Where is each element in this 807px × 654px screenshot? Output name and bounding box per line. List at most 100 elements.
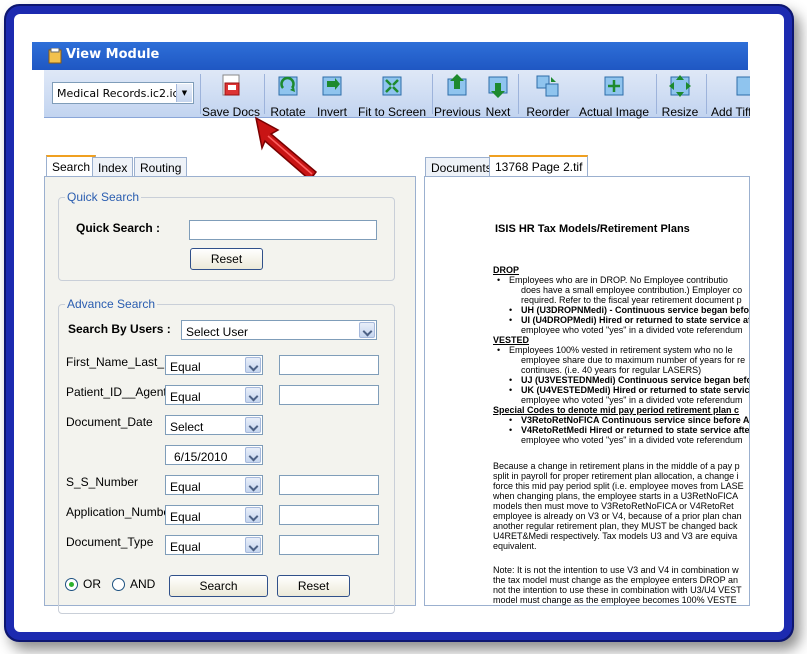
document-line: split in payroll for proper retirement p… bbox=[493, 471, 739, 481]
tab-documents[interactable]: Documents bbox=[425, 157, 498, 177]
document-line: Note: It is not the intention to use V3 … bbox=[493, 565, 739, 575]
chevron-down-icon[interactable] bbox=[245, 447, 261, 463]
chevron-down-icon[interactable] bbox=[245, 357, 261, 373]
field-label: First_Name_Last_N bbox=[66, 355, 173, 369]
chevron-down-icon[interactable]: ▼ bbox=[176, 84, 192, 102]
invert-icon bbox=[322, 76, 342, 96]
document-line: not the intention to use these in combin… bbox=[493, 585, 742, 595]
advance-search-group-title: Advance Search bbox=[65, 297, 158, 311]
quick-search-group-title: Quick Search bbox=[65, 190, 142, 204]
document-combo-value: Medical Records.ic2.ic2 bbox=[57, 87, 186, 100]
invert-button[interactable]: Invert bbox=[312, 72, 352, 119]
bullet-icon: • bbox=[497, 345, 501, 355]
document-line: Special Codes to denote mid pay period r… bbox=[493, 405, 740, 415]
document-line: U4RET&Medi respectively. Tax models U3 a… bbox=[493, 531, 738, 541]
operator-select[interactable]: Equal bbox=[165, 385, 263, 405]
document-title: ISIS HR Tax Models/Retirement Plans bbox=[495, 223, 690, 235]
document-line: the tax model must change as the employe… bbox=[493, 575, 738, 585]
previous-button[interactable]: Previous bbox=[434, 72, 481, 119]
operator-select[interactable]: Equal bbox=[165, 535, 263, 555]
radio-and[interactable] bbox=[112, 578, 125, 591]
field-label: Application_Numbe bbox=[66, 505, 171, 519]
document-line: employee share due to maximum number of … bbox=[521, 355, 746, 365]
next-icon bbox=[488, 76, 508, 98]
operator-select[interactable]: Equal bbox=[165, 355, 263, 375]
rotate-button[interactable]: Rotate bbox=[266, 72, 310, 119]
field-label: Document_Type bbox=[66, 535, 154, 549]
date-picker[interactable]: 6/15/2010 bbox=[165, 445, 263, 465]
bullet-icon: • bbox=[509, 375, 513, 385]
tab-page-image[interactable]: 13768 Page 2.tif bbox=[489, 155, 589, 177]
add-tiff-icon bbox=[736, 76, 750, 96]
advance-search-group: Advance Search Search By Users : Select … bbox=[58, 297, 395, 614]
document-line: does have a small employee contribution.… bbox=[521, 285, 743, 295]
document-type-input[interactable] bbox=[279, 535, 379, 555]
document-line: continues. (i.e. 40 years for regular LA… bbox=[521, 365, 702, 375]
bullet-icon: • bbox=[509, 385, 513, 395]
document-page: ISIS HR Tax Models/Retirement Plans DROP… bbox=[429, 179, 750, 605]
search-button[interactable]: Search bbox=[169, 575, 268, 597]
radio-and-label: AND bbox=[130, 577, 156, 591]
bullet-icon: • bbox=[497, 275, 501, 285]
ssn-input[interactable] bbox=[279, 475, 379, 495]
operator-select[interactable]: Equal bbox=[165, 475, 263, 495]
document-line: another regular retirement plan, they MU… bbox=[493, 521, 738, 531]
quick-search-label: Quick Search : bbox=[76, 221, 161, 235]
window-title: View Module bbox=[66, 47, 160, 62]
bullet-icon: • bbox=[509, 415, 513, 425]
reorder-button[interactable]: Reorder bbox=[520, 72, 576, 119]
document-line: Employees who are in DROP. No Employee c… bbox=[509, 275, 728, 285]
document-line: UI (U4DROPMedi) Hired or returned to sta… bbox=[521, 315, 750, 325]
chevron-down-icon[interactable] bbox=[359, 322, 375, 338]
chevron-down-icon[interactable] bbox=[245, 507, 261, 523]
document-line: UH (U3DROPNMedi) - Continuous service be… bbox=[521, 305, 750, 315]
quick-search-input[interactable] bbox=[189, 220, 377, 240]
bullet-icon: • bbox=[509, 425, 513, 435]
advance-reset-button[interactable]: Reset bbox=[277, 575, 350, 597]
app-icon bbox=[48, 48, 62, 64]
toolbar-separator bbox=[706, 74, 707, 114]
radio-or[interactable] bbox=[65, 578, 78, 591]
quick-reset-button[interactable]: Reset bbox=[190, 248, 263, 270]
reorder-icon bbox=[536, 75, 559, 97]
chevron-down-icon[interactable] bbox=[245, 477, 261, 493]
rotate-icon bbox=[278, 76, 298, 96]
chevron-down-icon[interactable] bbox=[245, 387, 261, 403]
title-bar: View Module bbox=[32, 42, 748, 70]
previous-icon bbox=[447, 74, 467, 96]
document-line: employee who voted "yes" in a divided vo… bbox=[521, 435, 743, 445]
document-combo[interactable]: Medical Records.ic2.ic2 ▼ bbox=[52, 82, 194, 104]
resize-button[interactable]: Resize bbox=[658, 72, 702, 119]
operator-select[interactable]: Equal bbox=[165, 505, 263, 525]
actual-image-button[interactable]: Actual Image bbox=[578, 72, 650, 119]
save-docs-button[interactable]: Save Docs bbox=[202, 72, 260, 119]
fit-to-screen-button[interactable]: Fit to Screen bbox=[352, 72, 432, 119]
document-line: required. Refer to the fiscal year retir… bbox=[521, 295, 742, 305]
next-button[interactable]: Next bbox=[482, 72, 514, 119]
document-line: models then must move to V3RetoRetNoFICA… bbox=[493, 501, 734, 511]
bullet-icon: • bbox=[509, 305, 513, 315]
patient-id-input[interactable] bbox=[279, 385, 379, 405]
add-tiff-button[interactable]: Add Tiff bbox=[708, 72, 750, 116]
document-line: Employees 100% vested in retirement syst… bbox=[509, 345, 733, 355]
select-user-dropdown[interactable]: Select User bbox=[181, 320, 377, 340]
field-label: S_S_Number bbox=[66, 475, 139, 489]
document-line: VESTED bbox=[493, 335, 530, 345]
document-line: UK (U4VESTEDMedi) Hired or returned to s… bbox=[521, 385, 750, 395]
date-operator-select[interactable]: Select bbox=[165, 415, 263, 435]
document-line: employee who voted "yes" in a divided vo… bbox=[521, 325, 743, 335]
application-number-input[interactable] bbox=[279, 505, 379, 525]
fit-to-screen-icon bbox=[382, 76, 402, 96]
document-line: force this mid pay period split (i.e. em… bbox=[493, 481, 744, 491]
first-name-input[interactable] bbox=[279, 355, 379, 375]
search-by-users-label: Search By Users : bbox=[68, 322, 171, 336]
document-viewer[interactable]: ISIS HR Tax Models/Retirement Plans DROP… bbox=[424, 176, 750, 606]
tab-routing[interactable]: Routing bbox=[134, 157, 188, 177]
chevron-down-icon[interactable] bbox=[245, 537, 261, 553]
chevron-down-icon[interactable] bbox=[245, 417, 261, 433]
search-panel: Quick Search Quick Search : Reset Advanc… bbox=[44, 176, 416, 614]
tab-index[interactable]: Index bbox=[92, 157, 134, 177]
document-line: DROP bbox=[493, 265, 520, 275]
tab-search[interactable]: Search bbox=[46, 155, 97, 177]
document-line: Because a change in retirement plans in … bbox=[493, 461, 740, 471]
